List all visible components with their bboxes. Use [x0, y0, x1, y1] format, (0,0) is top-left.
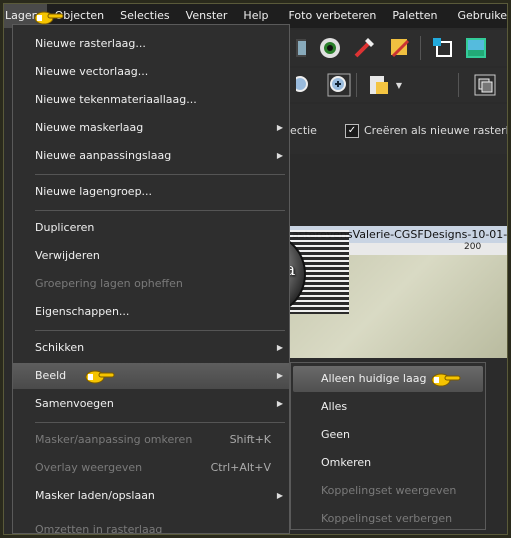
- menu-item-beeld[interactable]: Beeld ▶: [13, 363, 289, 389]
- submenu-item-koppelingset-weergeven[interactable]: Koppelingset weergeven: [291, 478, 485, 504]
- menu-foto-verbeteren[interactable]: Foto verbeteren: [281, 4, 385, 28]
- menu-item-dupliceren[interactable]: Dupliceren: [13, 215, 289, 241]
- menu-item-verwijderen[interactable]: Verwijderen: [13, 243, 289, 269]
- layers-icon[interactable]: [472, 72, 498, 98]
- paint-tool-icon[interactable]: [290, 35, 316, 61]
- menu-gebruikersinterface[interactable]: Gebruikersinte: [449, 4, 507, 28]
- crop-icon[interactable]: [430, 35, 456, 61]
- menu-item-groepering-opheffen[interactable]: Groepering lagen opheffen: [13, 271, 289, 297]
- menu-paletten[interactable]: Paletten: [384, 4, 445, 28]
- paste-icon[interactable]: [366, 72, 392, 98]
- menu-item-nieuwe-rasterlaag[interactable]: Nieuwe rasterlaag...: [13, 31, 289, 57]
- submenu-arrow-icon: ▶: [276, 151, 283, 160]
- toolbar-separator: [458, 73, 459, 97]
- menu-item-omzetten-rasterlaag[interactable]: Omzetten in rasterlaag: [13, 513, 289, 533]
- menu-item-nieuwe-maskerlaag[interactable]: Nieuwe maskerlaag ▶: [13, 115, 289, 141]
- menu-item-eigenschappen[interactable]: Eigenschappen...: [13, 299, 289, 325]
- menu-item-schikken[interactable]: Schikken ▶: [13, 335, 289, 361]
- image-icon[interactable]: [463, 35, 489, 61]
- selection-label: ectie: [290, 124, 317, 137]
- create-raster-layer-label: Creëren als nieuwe rasterlaag: [364, 124, 507, 137]
- menu-separator: [35, 174, 285, 175]
- color-picker-icon[interactable]: [351, 35, 377, 61]
- brush-icon[interactable]: [387, 35, 413, 61]
- submenu-arrow-icon: ▶: [276, 491, 283, 500]
- submenu-arrow-icon: ▶: [276, 123, 283, 132]
- menu-item-masker-omkeren[interactable]: Masker/aanpassing omkeren Shift+K: [13, 427, 289, 453]
- menu-separator: [35, 330, 285, 331]
- chevron-down-icon[interactable]: ▼: [392, 72, 406, 98]
- zoom-out-icon[interactable]: [290, 72, 316, 98]
- submenu-item-geen[interactable]: Geen: [291, 422, 485, 448]
- toolbar-zoom: ▼: [290, 68, 507, 102]
- submenu-item-alleen-huidige-laag[interactable]: Alleen huidige laag: [293, 366, 483, 392]
- submenu-item-omkeren[interactable]: Omkeren: [291, 450, 485, 476]
- submenu-item-alles[interactable]: Alles: [291, 394, 485, 420]
- menu-separator: [35, 422, 285, 423]
- submenu-arrow-icon: ▶: [276, 371, 283, 380]
- menu-item-nieuwe-lagengroep[interactable]: Nieuwe lagengroep...: [13, 179, 289, 205]
- pointing-hand-icon: [34, 11, 64, 25]
- pointing-hand-icon: [85, 370, 115, 384]
- menu-item-nieuwe-vectorlaag[interactable]: Nieuwe vectorlaag...: [13, 59, 289, 85]
- menu-item-nieuwe-aanpassingslaag[interactable]: Nieuwe aanpassingslaag ▶: [13, 143, 289, 169]
- beeld-submenu: Alleen huidige laag Alles Geen Omkeren K…: [290, 362, 486, 530]
- toolbar-separator: [420, 36, 421, 60]
- ruler-label: 200: [464, 242, 482, 252]
- zoom-in-icon[interactable]: [326, 72, 352, 98]
- menu-separator: [35, 210, 285, 211]
- pointing-hand-icon: [431, 373, 461, 387]
- toolbar-separator: [356, 73, 357, 97]
- menu-item-masker-laden[interactable]: Masker laden/opslaan ▶: [13, 483, 289, 509]
- tool-options-bar: ectie ✓ Creëren als nieuwe rasterlaag: [290, 104, 507, 154]
- submenu-item-koppelingset-verbergen[interactable]: Koppelingset verbergen: [291, 506, 485, 532]
- submenu-arrow-icon: ▶: [276, 399, 283, 408]
- menu-item-overlay-weergeven[interactable]: Overlay weergeven Ctrl+Alt+V: [13, 455, 289, 481]
- submenu-arrow-icon: ▶: [276, 343, 283, 352]
- app-window: Lagen Objecten Selecties Venster Help Fo…: [4, 4, 507, 534]
- toolbar-standard: [290, 30, 507, 66]
- menu-item-samenvoegen[interactable]: Samenvoegen ▶: [13, 391, 289, 417]
- eye-icon[interactable]: [317, 35, 343, 61]
- menu-item-nieuwe-tekenmateriaallaag[interactable]: Nieuwe tekenmateriaallaag...: [13, 87, 289, 113]
- lagen-menu: Nieuwe rasterlaag... Nieuwe vectorlaag..…: [12, 24, 290, 534]
- create-raster-layer-checkbox[interactable]: ✓: [345, 124, 359, 138]
